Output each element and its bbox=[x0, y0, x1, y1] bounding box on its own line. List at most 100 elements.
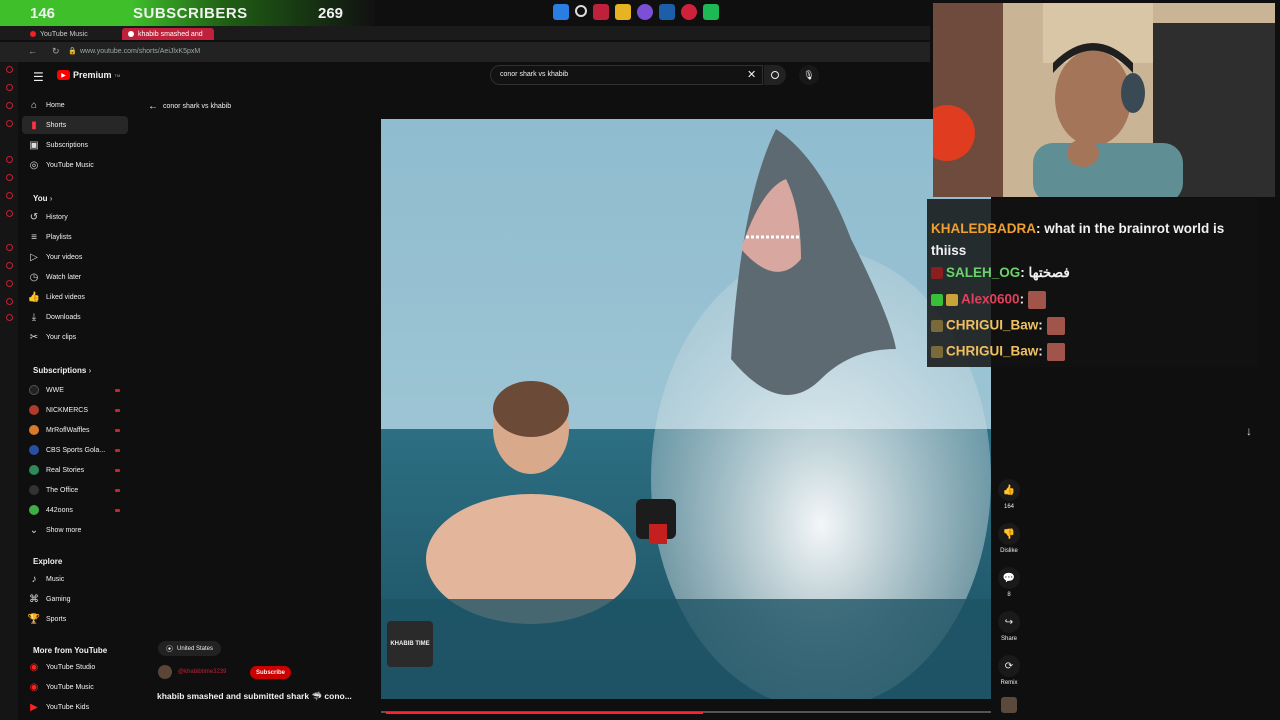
sidebar: ⌂ Home ▮ Shorts ▣ Subscriptions ◎ YouTube Mu… bbox=[22, 62, 136, 720]
audio-thumbnail[interactable] bbox=[1001, 697, 1017, 713]
windows-icon[interactable] bbox=[553, 4, 569, 20]
rail-icon[interactable] bbox=[6, 156, 13, 163]
rail-icon[interactable] bbox=[6, 280, 13, 287]
channel-handle[interactable]: @khabibtime3239 bbox=[178, 669, 226, 675]
url-text[interactable]: www.youtube.com/shorts/AeiJlxK5pxM bbox=[80, 48, 200, 55]
rail-icon[interactable] bbox=[6, 120, 13, 127]
search-button[interactable] bbox=[764, 65, 786, 85]
location-chip[interactable]: ⦿ United States bbox=[158, 641, 222, 656]
playlists-icon: ≡ bbox=[31, 231, 37, 243]
rail-icon[interactable] bbox=[6, 314, 13, 321]
youtube-icon bbox=[128, 31, 134, 37]
rail-icon[interactable] bbox=[6, 174, 13, 181]
sidebar-item-playlists[interactable]: ≡ Playlists bbox=[22, 228, 128, 246]
stream-chat: KHALEDBADRA: what in the brainrot world … bbox=[927, 199, 1257, 367]
new-content-indicator bbox=[115, 408, 120, 412]
sidebar-subscription-cbs-sports[interactable]: CBS Sports Gola... bbox=[22, 441, 128, 459]
sidebar-subscription-wwe[interactable]: WWE bbox=[22, 381, 128, 399]
search-icon[interactable] bbox=[575, 5, 587, 17]
sidebar-item-subscriptions[interactable]: ▣ Subscriptions bbox=[22, 136, 128, 154]
sidebar-item-youtube-music[interactable]: ◎ YouTube Music bbox=[22, 156, 128, 174]
search-icon bbox=[771, 71, 779, 79]
next-short-arrow-icon[interactable]: ↓ bbox=[1246, 424, 1252, 438]
reload-icon[interactable]: ↻ bbox=[52, 46, 60, 57]
rail-icon[interactable] bbox=[6, 210, 13, 217]
chat-badge-icon bbox=[931, 320, 943, 332]
app-icon[interactable] bbox=[593, 4, 609, 20]
new-content-indicator bbox=[115, 488, 120, 492]
rail-icon[interactable] bbox=[6, 298, 13, 305]
youtube-music-icon bbox=[30, 31, 36, 37]
back-arrow-icon[interactable]: ← bbox=[28, 46, 37, 56]
like-button[interactable]: 👍 164 bbox=[997, 479, 1021, 510]
spotify-icon[interactable] bbox=[703, 4, 719, 20]
sidebar-subscription-nickmercs[interactable]: NICKMERCS bbox=[22, 401, 128, 419]
back-to-search[interactable]: ← conor shark vs khabib bbox=[148, 101, 231, 112]
comments-button[interactable]: 💬 8 bbox=[997, 567, 1021, 598]
sidebar-item-watch-later[interactable]: ◷ Watch later bbox=[22, 268, 128, 286]
webcam-overlay bbox=[933, 3, 1275, 197]
rail-icon[interactable] bbox=[6, 84, 13, 91]
channel-avatar[interactable] bbox=[158, 665, 172, 679]
clear-search-icon[interactable]: ✕ bbox=[747, 68, 756, 81]
sidebar-item-liked-videos[interactable]: 👍 Liked videos bbox=[22, 288, 128, 306]
sidebar-item-your-videos[interactable]: ▷ Your videos bbox=[22, 248, 128, 266]
rail-icon[interactable] bbox=[6, 66, 13, 73]
channel-avatar bbox=[29, 505, 39, 515]
taskbar bbox=[553, 4, 719, 20]
gamepad-icon: ⌘ bbox=[29, 593, 39, 605]
channel-avatar bbox=[29, 445, 39, 455]
browser-icon[interactable] bbox=[681, 4, 697, 20]
channel-watermark: KHABIB TIME bbox=[387, 621, 433, 667]
chat-badge-icon bbox=[931, 267, 943, 280]
rail-icon[interactable] bbox=[6, 192, 13, 199]
subscribe-button[interactable]: Subscribe bbox=[250, 666, 292, 679]
sidebar-item-youtube-music-app[interactable]: ◉ YouTube Music bbox=[22, 678, 128, 696]
folder-icon[interactable] bbox=[615, 4, 631, 20]
sidebar-item-youtube-studio[interactable]: ◉ YouTube Studio bbox=[22, 658, 128, 676]
progress-bar[interactable] bbox=[386, 712, 703, 714]
sidebar-item-your-clips[interactable]: ✂ Your clips bbox=[22, 328, 128, 346]
sidebar-item-history[interactable]: ↺ History bbox=[22, 208, 128, 226]
chat-message: CHRIGUI_Baw: bbox=[931, 317, 1065, 335]
share-button[interactable]: ↪ Share bbox=[997, 611, 1021, 642]
sidebar-subscription-mrroflwaffles[interactable]: MrRoflWaffles bbox=[22, 421, 128, 439]
tab-active-short[interactable]: khabib smashed and bbox=[122, 28, 214, 40]
sidebar-item-sports[interactable]: 🏆 Sports bbox=[22, 610, 128, 628]
remix-button[interactable]: ⟳ Remix bbox=[997, 655, 1021, 686]
steam-icon[interactable] bbox=[659, 4, 675, 20]
share-icon: ↪ bbox=[998, 611, 1020, 633]
tab-youtube-music[interactable]: YouTube Music bbox=[24, 28, 120, 40]
sidebar-subscription-442oons[interactable]: 442oons bbox=[22, 501, 128, 519]
subscriptions-icon: ▣ bbox=[29, 139, 39, 151]
sidebar-item-home[interactable]: ⌂ Home bbox=[22, 96, 128, 114]
sidebar-item-youtube-kids[interactable]: ▶ YouTube Kids bbox=[22, 698, 128, 716]
show-more-button[interactable]: ⌄ Show more bbox=[22, 521, 128, 539]
your-videos-icon: ▷ bbox=[30, 251, 38, 263]
sidebar-item-downloads[interactable]: ⤓ Downloads bbox=[22, 308, 128, 326]
sidebar-subscription-real-stories[interactable]: Real Stories bbox=[22, 461, 128, 479]
sidebar-subscription-the-office[interactable]: The Office bbox=[22, 481, 128, 499]
rail-icon[interactable] bbox=[6, 244, 13, 251]
rail-icon[interactable] bbox=[6, 262, 13, 269]
chat-message: Alex0600: bbox=[931, 291, 1046, 309]
lock-icon: 🔒 bbox=[68, 48, 77, 55]
shorts-video-player[interactable]: KHABIB TIME bbox=[381, 119, 991, 699]
sidebar-item-gaming[interactable]: ⌘ Gaming bbox=[22, 590, 128, 608]
you-heading[interactable]: You › bbox=[33, 194, 52, 203]
new-content-indicator bbox=[115, 508, 120, 512]
sidebar-item-shorts[interactable]: ▮ Shorts bbox=[22, 116, 128, 134]
voice-search-button[interactable]: 🎙 bbox=[799, 65, 819, 85]
short-title[interactable]: khabib smashed and submitted shark 🦈 con… bbox=[157, 691, 352, 702]
new-content-indicator bbox=[115, 468, 120, 472]
comment-icon: 💬 bbox=[998, 567, 1020, 589]
trophy-icon: 🏆 bbox=[27, 613, 41, 625]
shorts-icon: ▮ bbox=[31, 119, 37, 131]
discord-icon[interactable] bbox=[637, 4, 653, 20]
chat-message: SALEH_OG: فصختها bbox=[931, 265, 1070, 281]
dislike-button[interactable]: 👎 Dislike bbox=[997, 523, 1021, 554]
subscriptions-heading[interactable]: Subscriptions › bbox=[33, 366, 91, 375]
chat-emote bbox=[1046, 343, 1065, 361]
rail-icon[interactable] bbox=[6, 102, 13, 109]
sidebar-item-music[interactable]: ♪ Music bbox=[22, 570, 128, 588]
